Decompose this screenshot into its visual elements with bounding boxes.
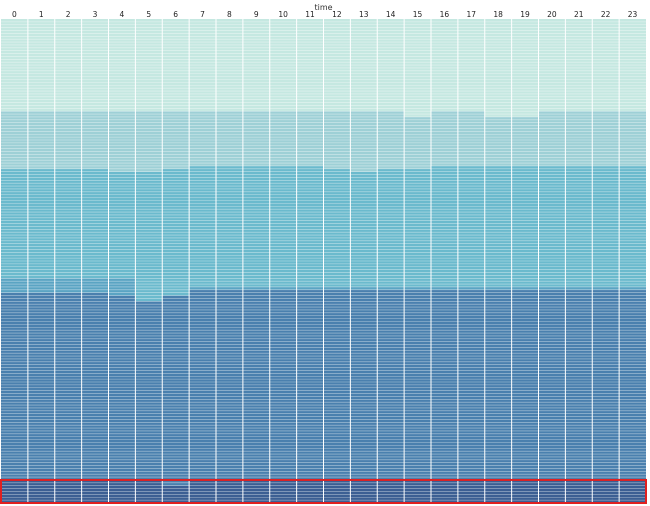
heatmap-cell [269,286,297,290]
x-tick-label: 5 [146,10,151,19]
x-tick-label: 15 [413,10,423,19]
x-tick-label: 4 [120,10,125,19]
heatmap-cell [242,111,270,166]
x-tick-label: 6 [173,10,178,19]
heatmap-cell [484,286,512,290]
heatmap-cell [619,286,646,290]
heatmap-svg: time 0 1 2 3 4 5 6 7 8 9 10 11 12 13 14 15 16 17 18 19 20 21 2… [0,3,647,505]
x-tick-label: 10 [278,10,288,19]
x-tick-label: 22 [601,10,611,19]
x-axis-title: time [314,3,332,12]
heatmap-cell [108,171,136,279]
heatmap-cell [54,292,82,480]
x-tick-label: 17 [467,10,477,19]
x-tick-label: 13 [359,10,369,19]
heatmap-cell [54,278,82,293]
heatmap-cell [27,292,55,480]
x-tick-label: 3 [93,10,98,19]
heatmap-cell [404,286,431,290]
x-tick-label: 9 [254,10,259,19]
heatmap-cell [296,111,324,166]
heatmap-cell [431,111,458,166]
x-tick-label: 2 [66,10,71,19]
heatmap-cell [189,111,216,166]
heatmap-cell [135,171,163,302]
heatmap-cell [538,286,566,290]
heatmap-cell [565,111,593,166]
heatmap-cell [1,292,28,480]
heatmap-cell [216,111,243,166]
heatmap-cell [81,278,109,293]
x-tick-label: 16 [440,10,450,19]
heatmap-cell [189,286,216,290]
heatmap-cell [619,111,646,166]
x-tick-label: 18 [493,10,503,19]
x-tick-label: 14 [386,10,396,19]
heatmap-cell [269,111,297,166]
heatmap-cell [431,286,458,290]
heatmap-chart: time 0 1 2 3 4 5 6 7 8 9 10 11 12 13 14 15 16 17 18 19 20 21 2… [0,0,650,506]
heatmap-cell [457,286,485,290]
heatmap-cell [216,286,243,290]
heatmap-cell [350,286,378,290]
heatmap-cell [81,292,109,480]
heatmap-cell [484,116,512,166]
heatmap-cell [135,111,163,172]
x-tick-label: 0 [12,10,17,19]
heatmap-cell [323,286,351,290]
x-tick-label: 7 [200,10,205,19]
heatmap-cell [350,111,378,172]
x-tick-label: 23 [628,10,638,19]
heatmap-cell [377,168,405,287]
heatmap-cell [27,278,55,293]
heatmap-cell [1,278,28,293]
heatmap-cell [592,111,620,166]
heatmap-cell [511,286,539,290]
x-tick-label: 1 [39,10,44,19]
heatmap-cell [565,286,593,290]
x-tick-label: 8 [227,10,232,19]
heatmap-cell [538,111,566,166]
heatmap-cell [242,286,270,290]
heatmap-cell [592,286,620,290]
heatmap-cell [296,286,324,290]
x-tick-label: 19 [520,10,530,19]
heatmap-cell [404,168,431,287]
heatmap-cell [511,116,539,166]
x-tick-label: 21 [574,10,584,19]
heatmap-cell [457,111,485,166]
x-tick-label: 12 [332,10,342,19]
x-tick-label: 20 [547,10,557,19]
heatmap-cell [323,168,351,287]
x-tick-label: 11 [305,10,315,19]
heatmap-cell [108,111,136,172]
heatmap-cell [377,286,405,290]
